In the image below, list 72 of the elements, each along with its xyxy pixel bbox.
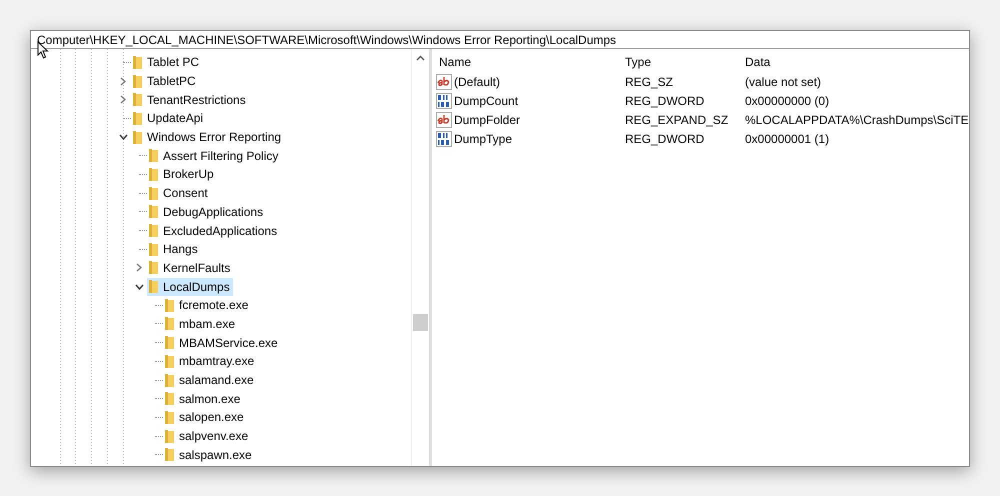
tree-item[interactable]: mbamtray.exe — [163, 352, 258, 370]
scrollbar[interactable] — [411, 49, 429, 466]
folder-icon — [149, 186, 158, 200]
tree-item[interactable]: TabletPC — [131, 72, 199, 90]
value-data: 0x00000001 (1) — [744, 130, 830, 148]
folder-icon — [165, 392, 174, 406]
folder-icon — [165, 410, 174, 424]
value-data: 0x00000000 (0) — [744, 92, 830, 110]
tree-item[interactable]: salmon.exe — [163, 390, 244, 408]
folder-icon — [149, 242, 158, 256]
value-type: REG_DWORD — [624, 92, 706, 110]
address-bar[interactable]: Computer\HKEY_LOCAL_MACHINE\SOFTWARE\Microsoft\Windows\Windows Error Reporting\LocalDumps — [31, 31, 969, 49]
value-data: %LOCALAPPDATA%\CrashDumps\SciTE — [744, 112, 969, 128]
tree-item[interactable]: ExcludedApplications — [147, 222, 280, 240]
column-header[interactable]: Type — [622, 52, 742, 72]
scrollbar-thumb[interactable] — [413, 314, 428, 331]
tree-item[interactable]: LocalDumps — [147, 278, 233, 296]
folder-icon — [149, 280, 158, 294]
chevron-down-icon[interactable] — [134, 284, 144, 290]
tree-item[interactable]: DebugApplications — [147, 202, 266, 221]
string-value-icon — [436, 112, 452, 128]
folder-icon — [165, 448, 174, 462]
value-data: (value not set) — [744, 74, 822, 90]
scroll-up-icon[interactable] — [416, 55, 425, 61]
tree-item[interactable]: Windows Error Reporting — [131, 128, 284, 146]
folder-icon — [165, 317, 174, 330]
folder-icon — [133, 56, 142, 69]
tree-item[interactable]: Assert Filtering Policy — [147, 146, 282, 165]
tree-item[interactable]: TenantRestrictions — [131, 90, 249, 109]
folder-icon — [165, 336, 174, 350]
tree-item[interactable]: BrokerUp — [147, 165, 217, 184]
binary-value-icon — [436, 92, 452, 108]
folder-icon — [149, 205, 158, 218]
value-type: REG_EXPAND_SZ — [624, 112, 730, 128]
tree-item[interactable]: salopen.exe — [163, 408, 247, 426]
chevron-down-icon[interactable] — [118, 134, 128, 140]
value-name[interactable]: DumpFolder — [454, 112, 520, 126]
tree-item[interactable]: salspawn.exe — [163, 446, 255, 464]
column-header[interactable]: Name — [436, 52, 622, 72]
tree-item[interactable]: Consent — [147, 184, 211, 202]
folder-icon — [133, 130, 142, 144]
tree-item[interactable]: KernelFaults — [147, 258, 234, 277]
folder-icon — [149, 168, 158, 181]
binary-value-icon — [436, 130, 452, 146]
column-header[interactable]: Data — [742, 52, 969, 72]
string-value-icon — [436, 74, 452, 90]
value-name[interactable]: (Default) — [454, 74, 500, 88]
tree-item[interactable]: Tablet PC — [131, 53, 202, 72]
tree-item[interactable]: mbam.exe — [163, 314, 238, 333]
folder-icon — [149, 224, 158, 238]
chevron-right-icon[interactable] — [120, 95, 126, 104]
folder-icon — [165, 354, 174, 368]
folder-icon — [165, 430, 174, 443]
folder-icon — [165, 374, 174, 387]
tree-item[interactable]: MBAMService.exe — [163, 334, 281, 352]
chevron-right-icon[interactable] — [120, 76, 126, 86]
value-name[interactable]: DumpCount — [454, 94, 518, 108]
folder-icon — [149, 149, 158, 162]
folder-icon — [133, 112, 142, 125]
tree-item[interactable]: salpvenv.exe — [163, 427, 252, 446]
value-type: REG_DWORD — [624, 130, 706, 148]
tree-item[interactable]: Hangs — [147, 240, 201, 258]
folder-icon — [165, 298, 174, 312]
value-type: REG_SZ — [624, 74, 674, 90]
folder-icon — [133, 74, 142, 88]
tree-item[interactable]: fcremote.exe — [163, 296, 252, 314]
folder-icon — [149, 261, 158, 274]
tree-item[interactable]: salamand.exe — [163, 371, 257, 390]
chevron-right-icon[interactable] — [136, 263, 142, 272]
value-name[interactable]: DumpType — [454, 132, 512, 146]
folder-icon — [133, 93, 142, 106]
tree-item[interactable]: UpdateApi — [131, 109, 206, 128]
